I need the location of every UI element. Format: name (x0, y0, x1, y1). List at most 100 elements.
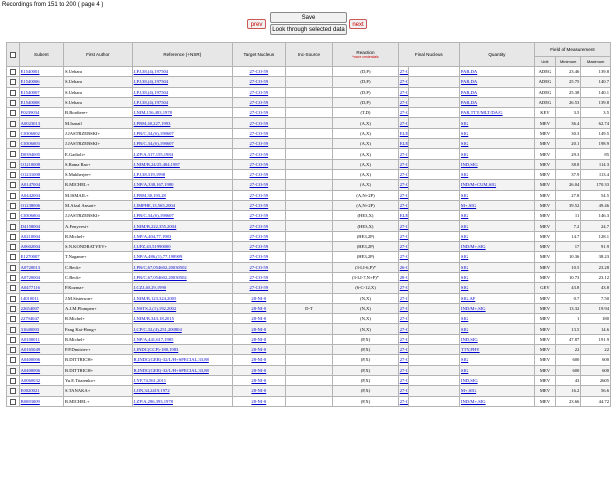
reference-link[interactable]: J,CP/C,32,(4),251,200804 (131, 323, 233, 335)
final-nucleus-link[interactable]: 27-CO-60 (397, 354, 410, 366)
reference-link[interactable]: J,NP/A,338,167,1980 (131, 179, 233, 191)
target-nucleus-link[interactable]: 28-NI-0 (231, 374, 286, 387)
final-nucleus-link[interactable]: 27-CO-60 (397, 148, 410, 160)
quantity-link[interactable]: SIG (458, 230, 535, 243)
target-nucleus-link[interactable]: 28-NI-0 (231, 354, 286, 366)
quantity-link[interactable]: SIG (458, 261, 535, 273)
final-nucleus-link[interactable]: 27-CO-60-G (397, 364, 410, 376)
col-quantity[interactable]: Quantity (458, 42, 535, 67)
quantity-link[interactable]: SIG (458, 189, 535, 201)
quantity-link[interactable]: SIG (458, 251, 535, 263)
final-nucleus-link[interactable]: 27-CO-60 (397, 344, 410, 356)
row-checkbox[interactable] (9, 172, 16, 179)
quantity-link[interactable]: IND/M+CUM,SIG (458, 179, 535, 191)
subent-link[interactable]: A0442004 (18, 189, 65, 201)
target-nucleus-link[interactable]: 27-CO-59 (231, 179, 286, 191)
subent-link[interactable]: F0239034 (18, 107, 65, 119)
row-checkbox[interactable] (9, 161, 16, 168)
final-nucleus-link[interactable]: 27-CO-60 (397, 292, 410, 304)
quantity-link[interactable]: SIG (458, 127, 535, 140)
subent-link[interactable]: A0720004 (18, 271, 65, 284)
subent-link[interactable]: E1540001 (18, 65, 65, 78)
target-nucleus-link[interactable]: 28-NI-0 (231, 385, 286, 397)
subent-link[interactable]: 22654007 (18, 302, 65, 315)
target-nucleus-link[interactable]: 28-NI-0 (231, 364, 286, 376)
reference-link[interactable]: J,YF,74,561,2011 (131, 374, 233, 387)
col-final-nucleus[interactable]: Final Nucleus (397, 42, 460, 67)
reference-link[interactable]: J,JIN,34,2419,1972 (131, 385, 233, 397)
reference-link[interactable]: J,PJ,38,(4),197504 (131, 86, 233, 98)
quantity-link[interactable]: SIG,AF (458, 292, 535, 304)
row-checkbox[interactable] (9, 305, 16, 312)
target-nucleus-link[interactable]: 27-CO-59 (231, 76, 286, 88)
col-reference[interactable]: Reference (+NSR) (131, 42, 233, 67)
target-nucleus-link[interactable]: 27-CO-59 (231, 241, 286, 253)
quantity-link[interactable]: M+,SIG (458, 385, 535, 397)
reference-link[interactable]: J,PR/C,34,(6),198607 (131, 127, 233, 140)
final-nucleus-link[interactable]: ELEM/MASS (397, 210, 410, 222)
target-nucleus-link[interactable]: 27-CO-59 (231, 210, 286, 222)
final-nucleus-link[interactable]: 28-CU-64 (397, 271, 410, 284)
final-nucleus-link[interactable]: 27-CO-60 (397, 168, 410, 181)
quantity-link[interactable]: PAR,DA (458, 76, 535, 88)
target-nucleus-link[interactable]: 28-NI-0 (231, 344, 286, 356)
quantity-link[interactable]: IND/M+,SIG (458, 302, 535, 315)
final-nucleus-link[interactable]: 27-CO-60 (397, 199, 410, 212)
subent-link[interactable]: E1540006 (18, 76, 65, 88)
target-nucleus-link[interactable]: 27-CO-59 (231, 117, 286, 129)
subent-link[interactable]: 14010011 (18, 292, 65, 304)
subent-link[interactable]: A0400006 (18, 364, 65, 376)
reference-link[interactable]: R,INDC(GER)-32/L/H+SPECIAL,33,88 (131, 364, 233, 376)
final-nucleus-link[interactable]: 27-CO-60 (397, 86, 410, 98)
subent-link[interactable]: B0083009 (18, 395, 65, 407)
row-checkbox[interactable] (9, 130, 16, 137)
quantity-link[interactable]: SIG (458, 282, 535, 294)
reference-link[interactable]: J,PJ,38,(4),197504 (131, 65, 233, 78)
target-nucleus-link[interactable]: 27-CO-59 (231, 251, 286, 263)
reference-link[interactable]: J,ZP/A,317,155,1984 (131, 148, 233, 160)
quantity-link[interactable]: IND,SIG (458, 333, 535, 346)
reference-link[interactable]: J,PR/C,67,054602,20030502 (131, 261, 233, 273)
target-nucleus-link[interactable]: 27-CO-59 (231, 282, 286, 294)
reference-link[interactable]: J,PR/C,34,(6),198607 (131, 210, 233, 222)
reference-link[interactable]: J,ZP/A,286,393,1978 (131, 395, 233, 407)
row-checkbox[interactable] (9, 357, 16, 364)
reference-link[interactable]: J,NP/A,404,77,1983 (131, 230, 233, 243)
row-checkbox[interactable] (9, 233, 16, 240)
final-nucleus-link[interactable]: 27-CO-60 (397, 117, 410, 129)
row-checkbox[interactable] (9, 79, 16, 86)
reference-link[interactable]: J,PR/C,67,054602,20030502 (131, 271, 233, 284)
quantity-link[interactable]: TTY,PHY (458, 344, 535, 356)
row-checkbox[interactable] (9, 336, 16, 343)
target-nucleus-link[interactable]: 27-CO-59 (231, 168, 286, 181)
row-checkbox[interactable] (9, 141, 16, 148)
reference-link[interactable]: J,PRM,30,193,28 (131, 189, 233, 201)
target-nucleus-link[interactable]: 27-CO-59 (231, 158, 286, 170)
quantity-link[interactable]: M+,SIG (458, 199, 535, 212)
row-checkbox[interactable] (9, 244, 16, 251)
reference-link[interactable]: J,NIM/B,123,324,2005 (131, 292, 233, 304)
target-nucleus-link[interactable]: 28-NI-0 (231, 313, 286, 325)
target-nucleus-link[interactable]: 27-CO-59 (231, 148, 286, 160)
quantity-link[interactable]: IND/M+,SIG (458, 395, 535, 407)
final-nucleus-link[interactable]: 27-CO-60 (397, 374, 410, 387)
col-first-author[interactable]: First Author (63, 42, 133, 67)
subent-link[interactable]: D0394005 (18, 148, 65, 160)
subent-link[interactable]: A0602004 (18, 241, 65, 253)
target-nucleus-link[interactable]: 27-CO-59 (231, 107, 286, 119)
final-nucleus-link[interactable]: 27-CO-60 (397, 230, 410, 243)
subent-link[interactable]: O1210008 (18, 158, 65, 170)
target-nucleus-link[interactable]: 27-CO-59 (231, 189, 286, 201)
target-nucleus-link[interactable]: 27-CO-59 (231, 127, 286, 140)
row-checkbox[interactable] (9, 213, 16, 220)
quantity-link[interactable]: PAR,TTY/MLT/DA/G (458, 107, 535, 119)
final-nucleus-link[interactable]: 27-CO-60 (397, 251, 410, 263)
col-target-nucleus[interactable]: Target Nucleus (231, 42, 286, 67)
row-checkbox[interactable] (9, 367, 16, 374)
subent-link[interactable]: A0477116 (18, 282, 65, 294)
quantity-link[interactable]: SIG (458, 364, 535, 376)
reference-link[interactable]: J,UFZ,43,51990000 (131, 241, 233, 253)
row-checkbox[interactable] (9, 295, 16, 302)
target-nucleus-link[interactable]: 27-CO-59 (231, 230, 286, 243)
reference-link[interactable]: J,PR/C,34,(6),198607 (131, 138, 233, 150)
